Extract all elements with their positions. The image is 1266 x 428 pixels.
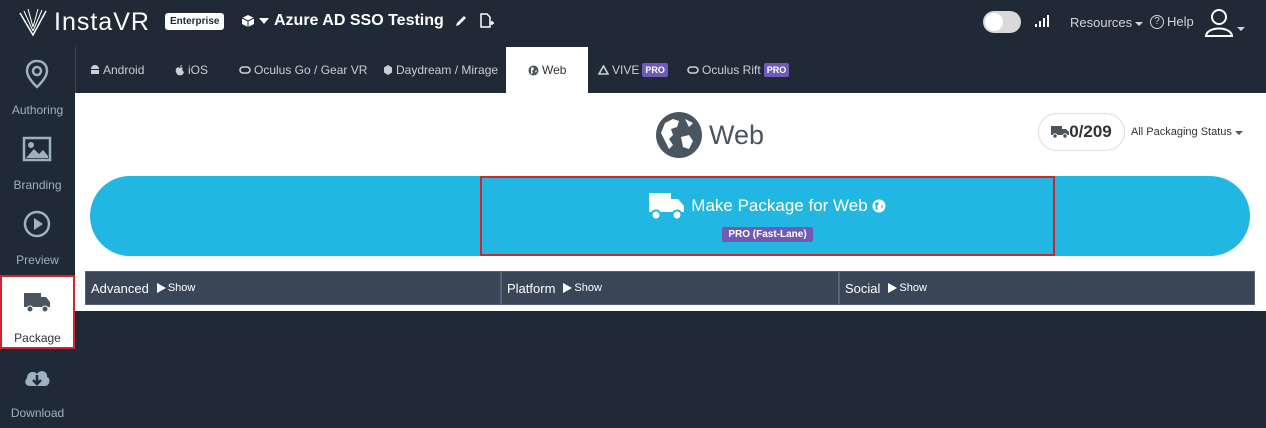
pencil-icon[interactable] bbox=[454, 14, 468, 28]
tab-label: VIVE bbox=[612, 63, 640, 77]
truck-icon bbox=[649, 192, 685, 220]
chevron-down-icon bbox=[1237, 27, 1245, 31]
chevron-down-icon bbox=[1234, 131, 1243, 135]
logo-mark-icon bbox=[19, 8, 47, 37]
user-icon bbox=[1204, 9, 1234, 37]
tab-oculus-rift[interactable]: Oculus Rift PRO bbox=[687, 47, 790, 93]
oculus-icon bbox=[239, 66, 251, 74]
android-icon bbox=[91, 64, 99, 74]
sidebar-item-package[interactable]: Package bbox=[0, 275, 75, 349]
page-title-text: Web bbox=[709, 119, 765, 150]
pro-badge: PRO bbox=[642, 63, 668, 77]
tab-label: iOS bbox=[188, 63, 209, 77]
platform-tabs: Android iOS Oculus Go / Gear VR Daydream… bbox=[75, 47, 1266, 93]
sidebar-item-label: Preview bbox=[16, 253, 59, 267]
sidebar-item-authoring[interactable]: Authoring bbox=[0, 47, 75, 122]
sidebar-item-branding[interactable]: Branding bbox=[0, 122, 75, 197]
top-bar: InstaVR Enterprise Azure AD SSO Testing … bbox=[0, 0, 1266, 47]
tab-label: Web bbox=[542, 63, 567, 77]
sidebar-item-label: Package bbox=[14, 331, 61, 345]
play-circle-icon bbox=[23, 210, 51, 238]
mode-toggle[interactable] bbox=[983, 11, 1021, 33]
tab-web[interactable]: Web bbox=[506, 47, 589, 93]
show-toggle[interactable]: Show bbox=[888, 282, 927, 294]
make-package-bar: Make Package for Web PRO (Fast-Lane) bbox=[90, 176, 1250, 256]
page-title: Web bbox=[655, 111, 764, 159]
truck-icon bbox=[24, 293, 50, 313]
section-label: Platform bbox=[507, 280, 556, 296]
play-icon bbox=[888, 283, 898, 293]
apple-icon bbox=[175, 64, 184, 75]
new-file-icon[interactable] bbox=[478, 13, 494, 29]
sidebar-item-label: Download bbox=[10, 406, 65, 420]
cloud-download-icon bbox=[25, 371, 50, 386]
package-counter[interactable]: 0/209 bbox=[1038, 113, 1125, 151]
signal-icon bbox=[1035, 13, 1051, 27]
vive-icon bbox=[598, 65, 609, 75]
question-circle-icon: ? bbox=[1150, 14, 1164, 29]
show-label: Show bbox=[574, 282, 602, 294]
fast-lane-badge: PRO (Fast-Lane) bbox=[722, 226, 813, 242]
play-icon bbox=[563, 283, 573, 293]
user-menu[interactable] bbox=[1204, 7, 1245, 37]
section-social[interactable]: Social Show bbox=[839, 271, 1255, 305]
daydream-icon bbox=[384, 65, 392, 75]
map-pin-icon bbox=[25, 59, 49, 89]
web-package-panel: Web 0/209 All Packaging Status Make Pack… bbox=[75, 93, 1266, 311]
chevron-down-icon bbox=[1135, 21, 1144, 26]
globe-icon bbox=[528, 65, 539, 75]
globe-icon bbox=[656, 112, 702, 158]
make-package-label: Make Package for Web bbox=[691, 195, 868, 215]
tab-daydream[interactable]: Daydream / Mirage bbox=[383, 47, 498, 93]
sidebar-item-preview[interactable]: Preview bbox=[0, 197, 75, 272]
tab-label: Android bbox=[103, 63, 145, 77]
tab-ios[interactable]: iOS bbox=[175, 47, 208, 93]
sidebar-item-label: Authoring bbox=[11, 103, 64, 117]
packaging-status-dropdown[interactable]: All Packaging Status bbox=[1131, 126, 1243, 138]
main-content: Android iOS Oculus Go / Gear VR Daydream… bbox=[75, 47, 1266, 428]
sidebar-item-label: Branding bbox=[13, 178, 62, 192]
pro-badge: PRO bbox=[763, 63, 790, 77]
help-link[interactable]: ? Help bbox=[1150, 14, 1194, 29]
section-advanced[interactable]: Advanced Show bbox=[85, 271, 501, 305]
sidebar-item-download[interactable]: Download bbox=[0, 350, 75, 425]
show-label: Show bbox=[899, 282, 927, 294]
truck-icon bbox=[1051, 126, 1070, 139]
tab-vive[interactable]: VIVE PRO bbox=[598, 47, 668, 93]
resources-label: Resources bbox=[1070, 15, 1133, 30]
resources-menu[interactable]: Resources bbox=[1070, 15, 1144, 30]
image-icon bbox=[22, 136, 52, 162]
sidebar: Authoring Branding Preview Package Downl… bbox=[0, 47, 75, 428]
enterprise-badge: Enterprise bbox=[165, 13, 225, 30]
section-platform[interactable]: Platform Show bbox=[501, 271, 839, 305]
section-label: Advanced bbox=[91, 280, 149, 296]
status-filter-label: All Packaging Status bbox=[1131, 126, 1232, 138]
tab-android[interactable]: Android bbox=[90, 47, 144, 93]
tab-label: Oculus Go / Gear VR bbox=[254, 63, 368, 77]
chevron-down-icon bbox=[259, 18, 269, 24]
project-title: Azure AD SSO Testing bbox=[274, 12, 444, 29]
section-label: Social bbox=[845, 280, 881, 296]
show-toggle[interactable]: Show bbox=[156, 282, 196, 294]
project-selector[interactable]: Azure AD SSO Testing bbox=[241, 12, 494, 30]
tab-oculus-go[interactable]: Oculus Go / Gear VR bbox=[239, 47, 367, 93]
logo-text: InstaVR bbox=[54, 7, 150, 36]
globe-icon bbox=[872, 199, 886, 212]
show-toggle[interactable]: Show bbox=[563, 282, 602, 294]
package-count: 0/209 bbox=[1069, 122, 1112, 141]
oculus-icon bbox=[687, 66, 699, 74]
instavr-logo[interactable]: InstaVR bbox=[18, 6, 150, 38]
make-package-button[interactable]: Make Package for Web PRO (Fast-Lane) bbox=[480, 176, 1055, 256]
play-icon bbox=[156, 283, 166, 293]
show-label: Show bbox=[167, 282, 196, 294]
settings-sections: Advanced Show Platform Show Social Show bbox=[85, 271, 1255, 305]
help-label: Help bbox=[1167, 14, 1194, 29]
tab-label: Daydream / Mirage bbox=[396, 63, 499, 77]
cube-icon bbox=[241, 15, 255, 27]
tab-label: Oculus Rift bbox=[702, 63, 761, 77]
